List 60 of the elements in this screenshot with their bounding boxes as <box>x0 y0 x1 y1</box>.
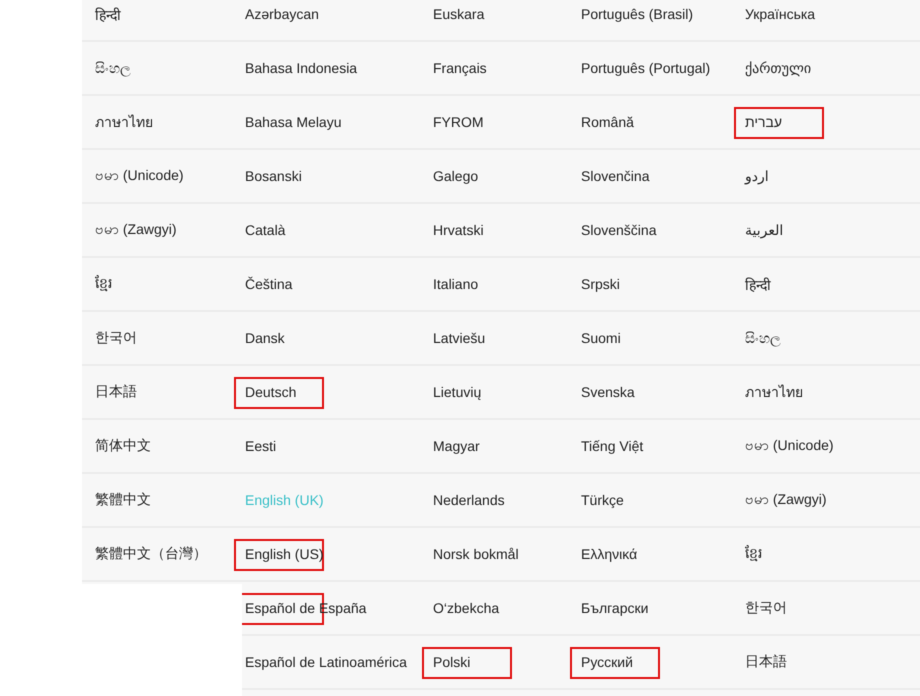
language-option[interactable]: Latviešu <box>433 330 486 346</box>
language-option[interactable]: 繁體中文（台灣） <box>95 545 207 563</box>
language-option[interactable]: Dansk <box>245 330 285 346</box>
language-option[interactable]: Čeština <box>245 276 292 292</box>
language-option[interactable]: العربية <box>745 222 784 238</box>
language-option[interactable]: Suomi <box>581 330 621 346</box>
language-option[interactable]: ဗမာ (Unicode) <box>745 436 834 456</box>
language-option[interactable]: 日本語 <box>95 383 137 401</box>
language-option[interactable]: ภาษาไทย <box>95 111 153 133</box>
language-option[interactable]: Română <box>581 114 634 130</box>
language-option[interactable]: ខ្មែរ <box>95 274 112 294</box>
language-option[interactable]: Ελληνικά <box>581 546 638 562</box>
language-option[interactable]: Українська <box>745 6 816 22</box>
language-option[interactable]: Azərbaycan <box>245 6 319 22</box>
language-option[interactable]: 简体中文 <box>95 437 151 455</box>
language-option[interactable]: हिन्दी <box>95 4 121 24</box>
language-option[interactable]: Français <box>433 60 487 76</box>
language-option[interactable]: Eesti <box>245 438 276 454</box>
language-option[interactable]: עברית <box>745 114 782 130</box>
language-option[interactable]: 繁體中文 <box>95 491 151 509</box>
language-option[interactable]: Português (Brasil) <box>581 6 694 22</box>
language-option[interactable]: 日本語 <box>745 653 787 671</box>
language-option[interactable]: Lietuvių <box>433 384 482 400</box>
language-option[interactable]: ខ្មែរ <box>745 544 762 564</box>
language-option[interactable]: ဗမာ (Zawgyi) <box>95 220 177 240</box>
language-option[interactable]: Slovenčina <box>581 168 650 184</box>
language-option[interactable]: ဗမာ (Unicode) <box>95 166 184 186</box>
language-option[interactable]: Nederlands <box>433 492 505 508</box>
language-option[interactable]: Hrvatski <box>433 222 484 238</box>
language-option[interactable]: Norsk bokmål <box>433 546 519 562</box>
language-option[interactable]: Slovenščina <box>581 222 656 238</box>
language-option[interactable]: ဗမာ (Zawgyi) <box>745 490 827 510</box>
language-option[interactable]: Português (Portugal) <box>581 60 710 76</box>
language-option[interactable]: Italiano <box>433 276 478 292</box>
language-option[interactable]: 한국어 <box>745 599 787 617</box>
language-option[interactable]: Bahasa Indonesia <box>245 60 358 76</box>
language-option[interactable]: Srpski <box>581 276 620 292</box>
language-option[interactable]: Euskara <box>433 6 484 22</box>
language-option[interactable]: Galego <box>433 168 478 184</box>
language-option[interactable]: Русский <box>581 654 633 670</box>
language-option[interactable]: O‘zbekcha <box>433 600 500 616</box>
language-option[interactable]: සිංහල <box>745 330 781 346</box>
language-option[interactable]: Türkçe <box>581 492 624 508</box>
language-option[interactable]: ภาษาไทย <box>745 381 803 403</box>
language-option[interactable]: Svenska <box>581 384 635 400</box>
language-option[interactable]: Polski <box>433 654 470 670</box>
language-option[interactable]: Български <box>581 600 648 616</box>
language-option[interactable]: ქართული <box>745 60 812 76</box>
language-option[interactable]: සිංහල <box>95 60 131 76</box>
language-option[interactable]: Bosanski <box>245 168 302 184</box>
language-option[interactable]: اردو <box>745 168 769 184</box>
language-option[interactable]: 한국어 <box>95 329 137 347</box>
language-option[interactable]: Bahasa Melayu <box>245 114 342 130</box>
language-option[interactable]: Magyar <box>433 438 480 454</box>
language-option[interactable]: हिन्दी <box>745 274 771 294</box>
language-option[interactable]: Deutsch <box>245 384 296 400</box>
language-option[interactable]: Tiếng Việt <box>581 438 644 454</box>
language-option[interactable]: Español de Latinoamérica <box>245 654 407 670</box>
language-option[interactable]: Català <box>245 222 286 238</box>
language-option[interactable]: FYROM <box>433 114 484 130</box>
